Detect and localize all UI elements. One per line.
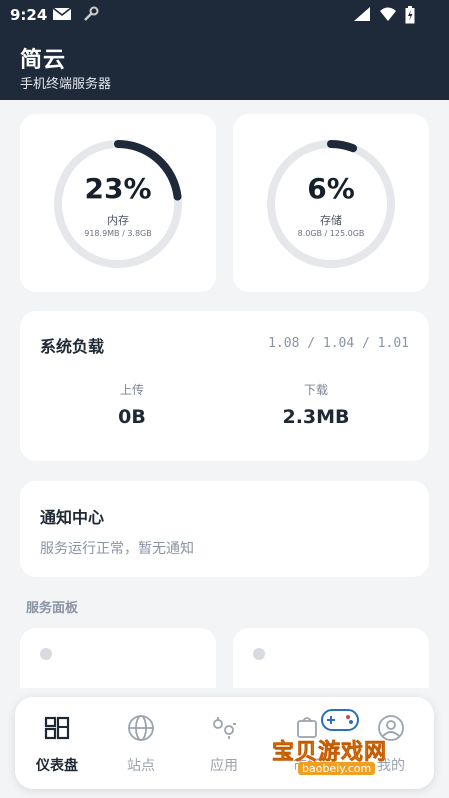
status-bar: 9:24 [0, 0, 449, 30]
download-label: 下载 [303, 383, 328, 397]
memory-detail: 918.9MB / 3.8GB [84, 229, 152, 238]
system-load-card[interactable]: 系统负载 1.08 / 1.04 / 1.01 上传 0B 下载 2.3MB [20, 311, 429, 461]
nav-item-apps[interactable]: 应用 [184, 713, 264, 775]
app-subtitle: 手机终端服务器 [20, 77, 112, 92]
memory-percent: 23% [84, 172, 152, 205]
nav-item-sites[interactable]: 站点 [101, 713, 181, 775]
status-time: 9:24 [10, 6, 48, 24]
nav-label-dashboard: 仪表盘 [36, 758, 78, 774]
apps-icon [184, 713, 264, 743]
upload-stat: 上传 0B [62, 381, 202, 428]
nav-label-apps: 应用 [210, 758, 238, 774]
memory-card[interactable]: 23% 内存 918.9MB / 3.8GB [20, 114, 216, 292]
wifi-icon [379, 6, 397, 28]
storage-detail: 8.0GB / 125.0GB [297, 229, 365, 238]
memory-label: 内存 [107, 214, 129, 227]
battery-icon [405, 6, 415, 28]
storage-label: 存储 [320, 214, 342, 227]
watermark-url: baobeiy.com [298, 762, 376, 775]
download-value: 2.3MB [282, 406, 350, 428]
storage-percent: 6% [307, 172, 355, 205]
nav-item-dashboard[interactable]: 仪表盘 [17, 713, 97, 775]
app-title: 简云 [20, 48, 67, 73]
notification-card[interactable]: 通知中心 服务运行正常，暂无通知 [20, 481, 429, 577]
status-dot [40, 648, 52, 660]
service-panel-card[interactable] [233, 628, 429, 688]
globe-icon [101, 713, 181, 743]
mail-icon [52, 6, 72, 26]
service-panel-title: 服务面板 [26, 601, 79, 616]
load-average: 1.08 / 1.04 / 1.01 [268, 336, 409, 351]
notification-text: 服务运行正常，暂无通知 [40, 541, 194, 557]
notification-title: 通知中心 [40, 508, 105, 527]
service-panel-card[interactable] [20, 628, 216, 688]
storage-card[interactable]: 6% 存储 8.0GB / 125.0GB [233, 114, 429, 292]
signal-icon [353, 6, 371, 28]
wrench-icon [82, 6, 100, 26]
upload-label: 上传 [119, 383, 144, 397]
dashboard-icon [17, 713, 97, 743]
system-load-title: 系统负载 [40, 337, 105, 356]
watermark-logo: 宝贝游戏网 baobeiy.com [262, 700, 432, 790]
nav-label-sites: 站点 [127, 758, 155, 774]
upload-value: 0B [118, 406, 146, 428]
download-stat: 下载 2.3MB [246, 381, 386, 428]
gamepad-icon [320, 704, 360, 738]
status-dot [253, 648, 265, 660]
app-header: 简云 手机终端服务器 [0, 30, 449, 100]
